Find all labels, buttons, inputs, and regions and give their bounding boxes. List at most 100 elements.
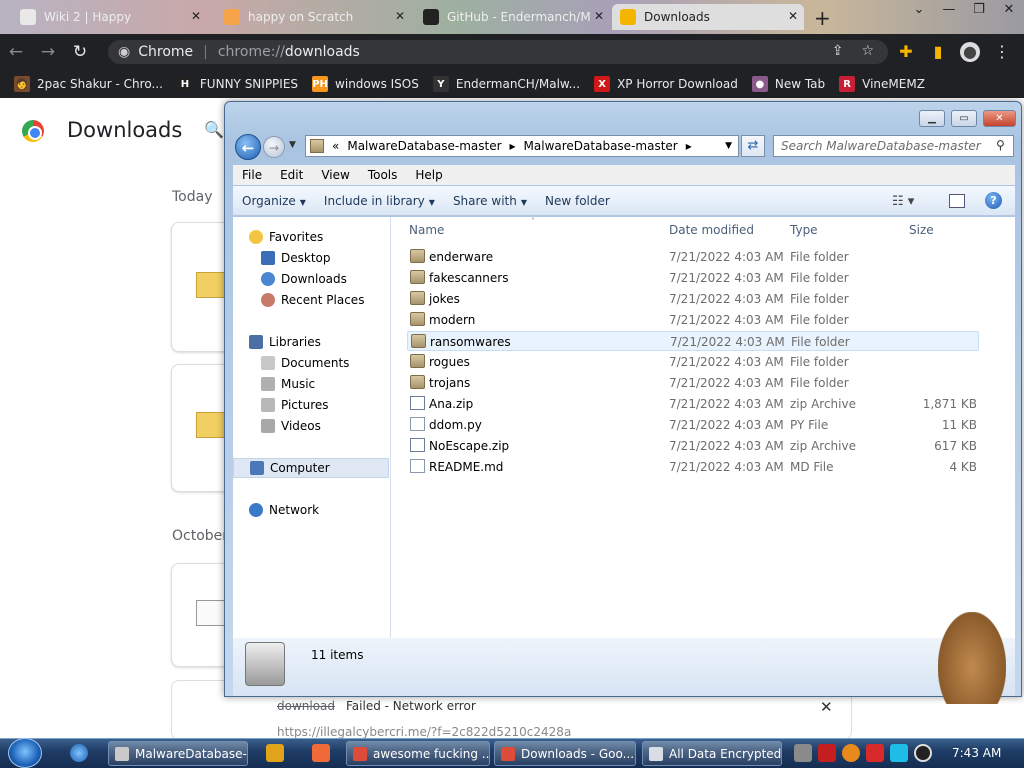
new-tab-button[interactable]: + bbox=[814, 6, 831, 30]
nav-libraries[interactable]: Libraries bbox=[249, 332, 321, 352]
column-header-name[interactable]: Name bbox=[409, 223, 444, 237]
restore-button[interactable]: ❐ bbox=[964, 0, 994, 17]
file-row[interactable]: NoEscape.zip 7/21/2022 4:03 AM zip Archive… bbox=[407, 436, 979, 456]
tab-close-icon[interactable]: ✕ bbox=[788, 9, 798, 23]
nav-videos[interactable]: Videos bbox=[261, 416, 321, 436]
refresh-icon[interactable]: ⇄ bbox=[741, 135, 765, 157]
search-icon[interactable]: 🔍 bbox=[204, 120, 224, 139]
bookmark-item[interactable]: X XP Horror Download bbox=[594, 76, 738, 92]
include-in-library-button[interactable]: Include in library ▼ bbox=[315, 194, 444, 208]
nav-pictures[interactable]: Pictures bbox=[261, 395, 329, 415]
help-icon[interactable]: ? bbox=[985, 192, 1002, 209]
address-dropdown-icon[interactable]: ▼ bbox=[725, 141, 732, 151]
back-arrow-icon[interactable]: ← bbox=[0, 42, 32, 62]
nav-favorites[interactable]: Favorites bbox=[249, 227, 323, 247]
new-folder-button[interactable]: New folder bbox=[536, 194, 619, 208]
download-url[interactable]: https://illegalcybercri.me/?f=2c822d5210… bbox=[277, 725, 571, 739]
explorer-address-bar[interactable]: « MalwareDatabase-master ▸ MalwareDataba… bbox=[305, 135, 739, 157]
explorer-close-button[interactable]: ✕ bbox=[983, 110, 1016, 127]
nav-desktop[interactable]: Desktop bbox=[261, 248, 331, 268]
side-panel-icon[interactable]: ▮ bbox=[928, 42, 948, 62]
file-row[interactable]: jokes 7/21/2022 4:03 AM File folder bbox=[407, 289, 979, 309]
bookmark-item[interactable]: 🧑 2pac Shakur - Chro... bbox=[14, 76, 163, 92]
change-view-icon[interactable]: ☷ ▾ bbox=[892, 194, 914, 209]
menu-help[interactable]: Help bbox=[406, 168, 451, 182]
breadcrumb-chevron-icon[interactable]: ▸ bbox=[510, 139, 516, 153]
column-header-size[interactable]: Size bbox=[909, 223, 934, 237]
scratch-app-icon[interactable] bbox=[312, 744, 330, 762]
taskbar-button[interactable]: Downloads - Goo... bbox=[494, 741, 636, 766]
tray-monitor-icon[interactable] bbox=[890, 744, 908, 762]
breadcrumb-item[interactable]: MalwareDatabase-master bbox=[524, 139, 678, 153]
file-row[interactable]: Ana.zip 7/21/2022 4:03 AM zip Archive 1,871… bbox=[407, 394, 979, 414]
search-input[interactable]: Search MalwareDatabase-master bbox=[773, 135, 1014, 157]
file-row[interactable]: trojans 7/21/2022 4:03 AM File folder bbox=[407, 373, 979, 393]
file-row[interactable]: modern 7/21/2022 4:03 AM File folder bbox=[407, 310, 979, 330]
tab-close-icon[interactable]: ✕ bbox=[191, 9, 201, 23]
bookmark-item[interactable]: H FUNNY SNIPPIES bbox=[176, 76, 298, 92]
file-row[interactable]: fakescanners 7/21/2022 4:03 AM File folder bbox=[407, 268, 979, 288]
media-player-icon[interactable] bbox=[266, 744, 284, 762]
bookmark-item[interactable]: R VineMEMZ bbox=[839, 76, 925, 92]
file-row[interactable]: ransomwares 7/21/2022 4:03 AM File folder bbox=[407, 331, 979, 351]
breadcrumb-item[interactable]: MalwareDatabase-master bbox=[347, 139, 501, 153]
internet-explorer-icon[interactable] bbox=[70, 744, 88, 762]
menu-kebab-icon[interactable]: ⋮ bbox=[992, 42, 1012, 62]
search-icon[interactable]: ⚲ bbox=[996, 138, 1005, 152]
forward-arrow-icon[interactable]: → bbox=[263, 136, 285, 158]
file-row[interactable]: rogues 7/21/2022 4:03 AM File folder bbox=[407, 352, 979, 372]
extensions-icon[interactable]: ✚ bbox=[896, 42, 916, 62]
taskbar-button[interactable]: awesome fucking ... bbox=[346, 741, 490, 766]
menu-tools[interactable]: Tools bbox=[359, 168, 407, 182]
close-button[interactable]: ✕ bbox=[994, 0, 1024, 17]
address-bar[interactable]: ◉ Chrome | chrome://downloads ⇪ ☆ bbox=[108, 40, 888, 64]
nav-recent-places[interactable]: Recent Places bbox=[261, 290, 364, 310]
browser-tab[interactable]: happy on Scratch ✕ bbox=[216, 4, 411, 30]
tray-flag-icon[interactable] bbox=[866, 744, 884, 762]
explorer-maximize-button[interactable]: ▭ bbox=[951, 110, 977, 127]
breadcrumb-overflow[interactable]: « bbox=[332, 139, 339, 153]
menu-view[interactable]: View bbox=[312, 168, 358, 182]
nav-computer[interactable]: Computer bbox=[233, 458, 389, 478]
start-button[interactable] bbox=[8, 738, 42, 768]
bookmark-item[interactable]: PH windows ISOS bbox=[312, 76, 419, 92]
tab-search-icon[interactable]: ⌄ bbox=[904, 0, 934, 17]
nav-downloads[interactable]: Downloads bbox=[261, 269, 347, 289]
site-info-icon[interactable]: ◉ bbox=[118, 44, 130, 60]
tab-close-icon[interactable]: ✕ bbox=[594, 9, 604, 23]
organize-button[interactable]: Organize ▼ bbox=[233, 194, 315, 208]
download-filename[interactable]: download bbox=[277, 699, 335, 713]
profile-avatar-icon[interactable]: ● bbox=[960, 42, 980, 62]
share-with-button[interactable]: Share with ▼ bbox=[444, 194, 536, 208]
browser-tab[interactable]: Wiki 2 | Happy ✕ bbox=[12, 4, 207, 30]
tray-app-icon[interactable] bbox=[794, 744, 812, 762]
bookmark-item[interactable]: Y EndermanCH/Malw... bbox=[432, 76, 580, 92]
preview-pane-icon[interactable] bbox=[949, 194, 965, 208]
bookmark-item[interactable]: ● New Tab bbox=[751, 76, 825, 92]
breadcrumb-chevron-icon[interactable]: ▸ bbox=[686, 139, 692, 153]
file-row[interactable]: ddom.py 7/21/2022 4:03 AM PY File 11 KB bbox=[407, 415, 979, 435]
taskbar-button[interactable]: MalwareDatabase-... bbox=[108, 741, 248, 766]
nav-network[interactable]: Network bbox=[249, 500, 319, 520]
forward-arrow-icon[interactable]: → bbox=[32, 42, 64, 62]
column-header-type[interactable]: Type bbox=[790, 223, 818, 237]
taskbar-button[interactable]: All Data Encrypted bbox=[642, 741, 782, 766]
desktop-pet-hamster[interactable] bbox=[938, 612, 1006, 704]
tray-speaker-icon[interactable] bbox=[914, 744, 932, 762]
nav-music[interactable]: Music bbox=[261, 374, 315, 394]
tray-v-icon[interactable] bbox=[818, 744, 836, 762]
file-row[interactable]: README.md 7/21/2022 4:03 AM MD File 4 KB bbox=[407, 457, 979, 477]
menu-edit[interactable]: Edit bbox=[271, 168, 312, 182]
browser-tab[interactable]: Downloads ✕ bbox=[612, 4, 804, 30]
back-arrow-icon[interactable]: ← bbox=[235, 134, 261, 160]
taskbar-clock[interactable]: 7:43 AM bbox=[952, 746, 1001, 760]
browser-tab[interactable]: GitHub - Endermanch/M ✕ bbox=[415, 4, 610, 30]
column-header-date[interactable]: Date modified bbox=[669, 223, 754, 237]
explorer-minimize-button[interactable]: ▁ bbox=[919, 110, 945, 127]
minimize-button[interactable]: — bbox=[934, 0, 964, 17]
remove-download-icon[interactable]: ✕ bbox=[820, 698, 833, 716]
file-row[interactable]: enderware 7/21/2022 4:03 AM File folder bbox=[407, 247, 979, 267]
tray-search-icon[interactable] bbox=[842, 744, 860, 762]
bookmark-star-icon[interactable]: ☆ bbox=[861, 43, 874, 59]
menu-file[interactable]: File bbox=[233, 168, 271, 182]
